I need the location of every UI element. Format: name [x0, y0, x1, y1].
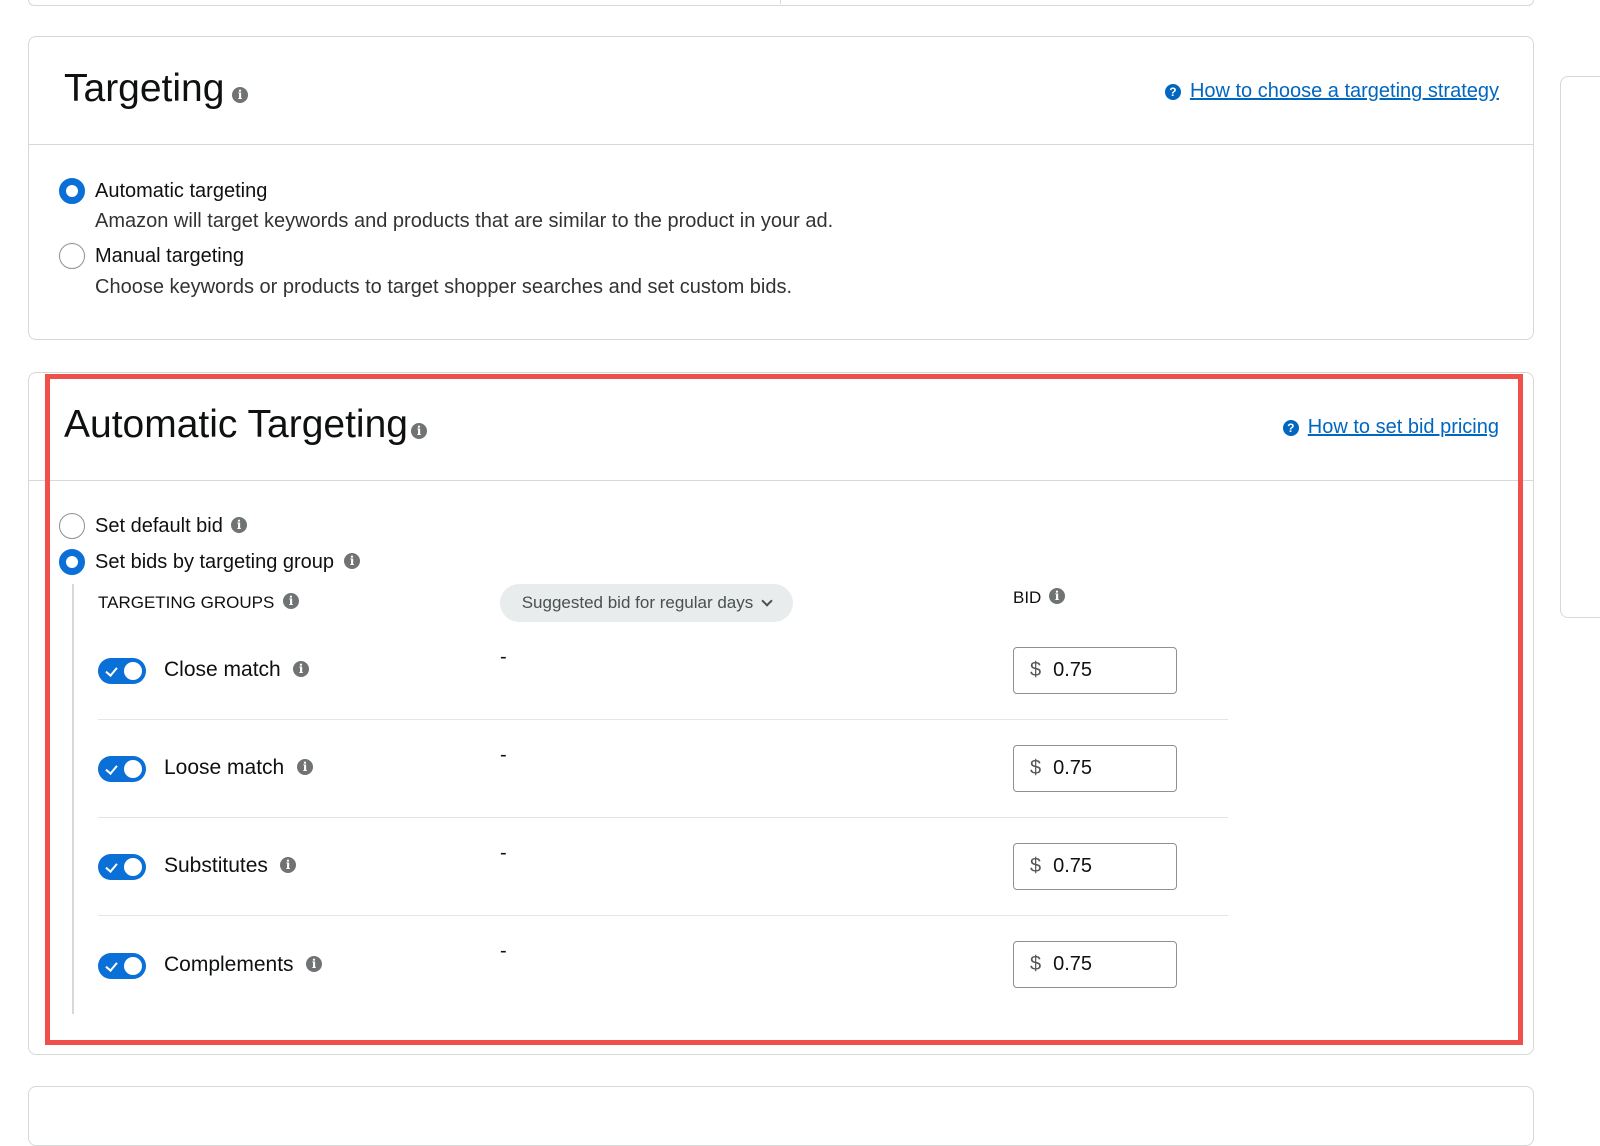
complements-label: Complements — [164, 953, 294, 976]
automatic-targeting-radio[interactable] — [59, 178, 85, 204]
substitutes-suggested-bid: - — [500, 842, 507, 864]
previous-card-edge — [28, 0, 1534, 6]
suggested-bid-dropdown-label: Suggested bid for regular days — [521, 593, 754, 612]
loose-match-suggested-bid: - — [500, 744, 507, 766]
complements-bid-field[interactable]: $ — [1013, 941, 1177, 988]
toggle-knob — [124, 760, 142, 778]
complements-suggested-bid: - — [500, 940, 507, 962]
automatic-targeting-label[interactable]: Automatic targeting — [95, 180, 267, 203]
substitutes-label: Substitutes — [164, 854, 268, 877]
check-icon — [105, 959, 118, 972]
previous-card-divider — [780, 0, 781, 4]
automatic-targeting-info-icon[interactable]: i — [411, 423, 427, 439]
row-divider — [98, 817, 1228, 818]
default-bid-info-icon[interactable]: i — [231, 517, 247, 533]
manual-targeting-label[interactable]: Manual targeting — [95, 245, 244, 268]
complements-toggle[interactable] — [98, 953, 146, 979]
set-default-bid-radio[interactable] — [59, 513, 85, 539]
complements-info-icon[interactable]: i — [306, 956, 322, 972]
currency-symbol: $ — [1030, 659, 1042, 681]
loose-match-bid-input[interactable] — [1053, 757, 1154, 780]
close-match-info-icon[interactable]: i — [293, 661, 309, 677]
bid-info-icon[interactable]: i — [1049, 588, 1065, 604]
loose-match-toggle[interactable] — [98, 756, 146, 782]
set-bids-by-group-label[interactable]: Set bids by targeting group — [95, 551, 334, 574]
suggested-bid-dropdown[interactable]: Suggested bid for regular days — [500, 584, 793, 622]
currency-symbol: $ — [1030, 953, 1042, 975]
bid-pricing-help-link[interactable]: ? How to set bid pricing — [1282, 416, 1499, 439]
automatic-targeting-description: Amazon will target keywords and products… — [95, 210, 834, 232]
automatic-targeting-title: Automatic Targeting — [64, 403, 408, 446]
check-icon — [105, 860, 118, 873]
group-indent-line — [72, 584, 74, 1014]
targeting-help-link-text: How to choose a targeting strategy — [1189, 80, 1499, 102]
bid-pricing-help-link-text: How to set bid pricing — [1307, 416, 1499, 438]
substitutes-bid-field[interactable]: $ — [1013, 843, 1177, 890]
targeting-info-icon[interactable]: i — [232, 87, 248, 103]
row-divider — [98, 915, 1228, 916]
substitutes-bid-input[interactable] — [1053, 855, 1154, 878]
substitutes-toggle[interactable] — [98, 854, 146, 880]
help-question-icon: ? — [1164, 83, 1181, 100]
substitutes-info-icon[interactable]: i — [280, 857, 296, 873]
targeting-groups-info-icon[interactable]: i — [283, 593, 299, 609]
loose-match-label: Loose match — [164, 756, 285, 779]
targeting-card-header: Targeting i ? How to choose a targeting … — [29, 37, 1533, 145]
automatic-targeting-header: Automatic Targeting i ? How to set bid p… — [29, 373, 1533, 481]
row-divider — [98, 719, 1228, 720]
side-panel-edge — [1560, 76, 1600, 618]
toggle-knob — [124, 662, 142, 680]
toggle-knob — [124, 858, 142, 876]
bid-column-header: BID — [1013, 588, 1042, 607]
loose-match-bid-field[interactable]: $ — [1013, 745, 1177, 792]
chevron-down-icon — [761, 594, 773, 607]
manual-targeting-description: Choose keywords or products to target sh… — [95, 276, 793, 298]
targeting-title: Targeting — [64, 67, 225, 110]
close-match-toggle[interactable] — [98, 658, 146, 684]
close-match-bid-input[interactable] — [1053, 659, 1154, 682]
set-default-bid-label[interactable]: Set default bid — [95, 515, 223, 538]
close-match-suggested-bid: - — [500, 646, 507, 668]
close-match-label: Close match — [164, 658, 281, 681]
loose-match-info-icon[interactable]: i — [297, 759, 313, 775]
targeting-strategy-help-link[interactable]: ? How to choose a targeting strategy — [1164, 80, 1499, 103]
complements-bid-input[interactable] — [1053, 953, 1154, 976]
close-match-bid-field[interactable]: $ — [1013, 647, 1177, 694]
currency-symbol: $ — [1030, 855, 1042, 877]
toggle-knob — [124, 957, 142, 975]
targeting-groups-header: TARGETING GROUPS — [98, 593, 275, 612]
bids-by-group-info-icon[interactable]: i — [344, 553, 360, 569]
check-icon — [105, 664, 118, 677]
help-question-icon: ? — [1282, 419, 1299, 436]
check-icon — [105, 762, 118, 775]
currency-symbol: $ — [1030, 757, 1042, 779]
manual-targeting-radio[interactable] — [59, 243, 85, 269]
set-bids-by-group-radio[interactable] — [59, 549, 85, 575]
next-card-edge — [28, 1086, 1534, 1146]
